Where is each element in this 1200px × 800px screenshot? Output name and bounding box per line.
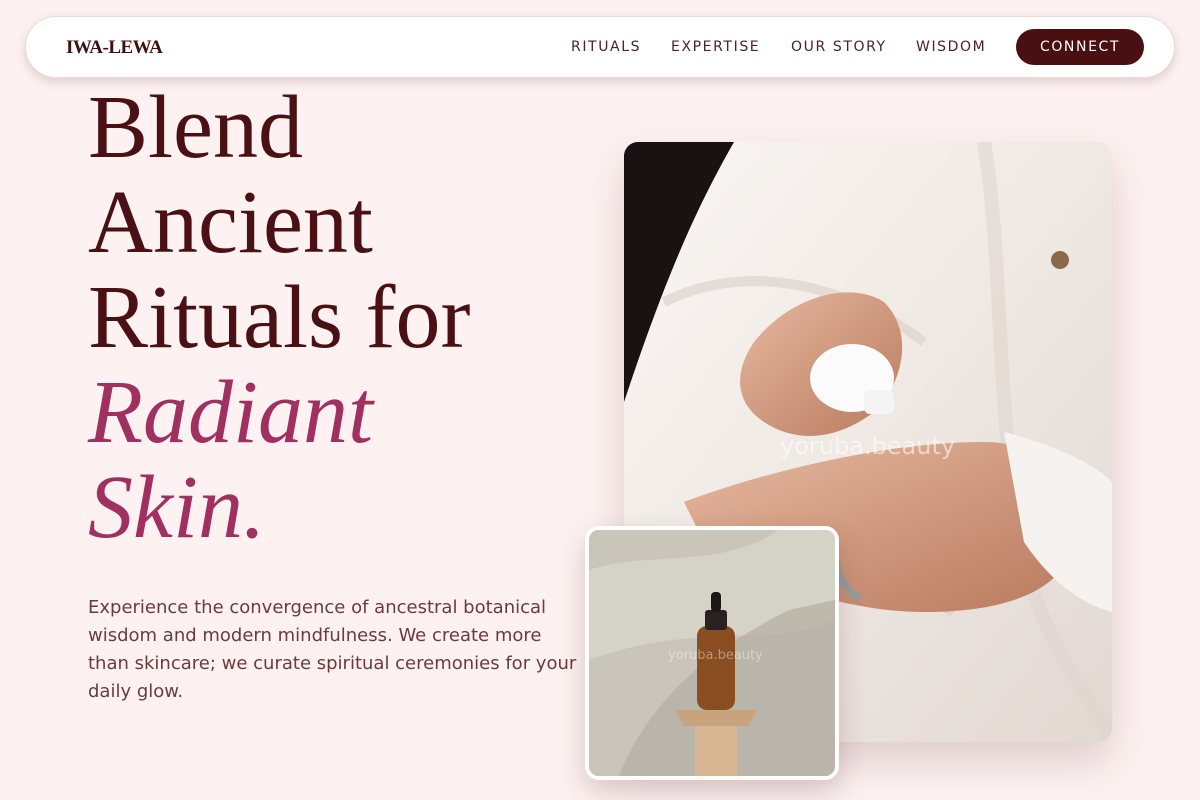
brand-logo[interactable]: IWA-LEWA: [66, 37, 163, 59]
nav-link-wisdom[interactable]: WISDOM: [916, 39, 986, 55]
top-navbar: IWA-LEWA RITUALS EXPERTISE OUR STORY WIS…: [25, 16, 1175, 78]
headline-accent-1: Radiant: [88, 363, 373, 462]
hero-headline: Blend Ancient Rituals for Radiant Skin.: [88, 80, 470, 555]
connect-button[interactable]: CONNECT: [1016, 29, 1144, 65]
headline-accent-2: Skin.: [88, 458, 266, 557]
small-image-watermark: yoruba.beauty: [668, 648, 763, 663]
headline-line-2: Ancient: [88, 173, 373, 272]
hero-description: Experience the convergence of ancestral …: [88, 597, 577, 702]
headline-line-3: Rituals for: [88, 268, 471, 367]
nav-link-rituals[interactable]: RITUALS: [571, 39, 641, 55]
main-image-watermark: yoruba.beauty: [780, 432, 956, 460]
headline-line-1: Blend: [88, 78, 303, 177]
nav-link-expertise[interactable]: EXPERTISE: [671, 39, 760, 55]
nav-link-our-story[interactable]: OUR STORY: [791, 39, 887, 55]
